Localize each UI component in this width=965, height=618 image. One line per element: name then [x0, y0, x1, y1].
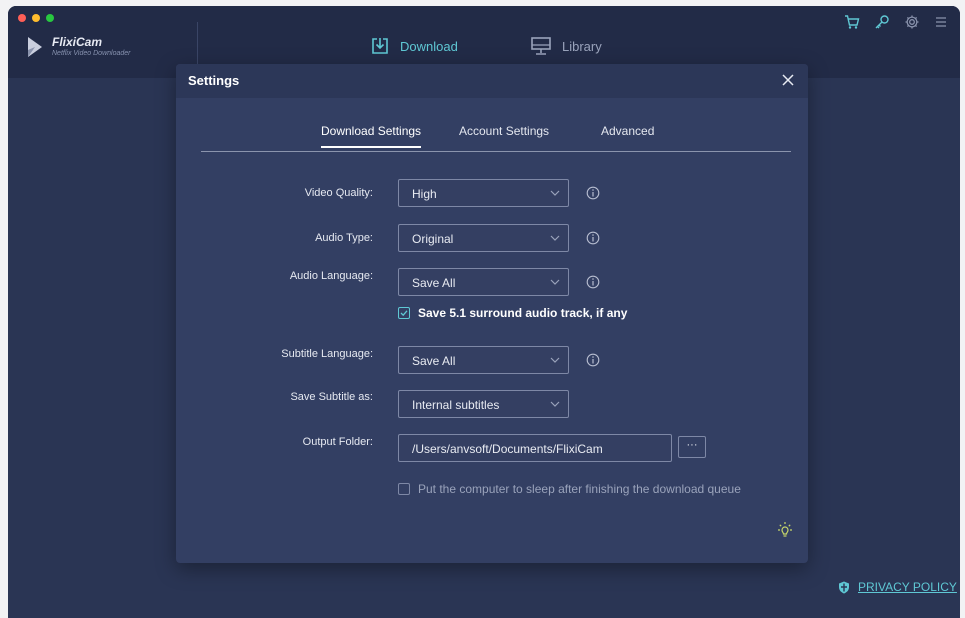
app-name: FlixiCam [52, 35, 103, 49]
save-subtitle-as-label: Save Subtitle as: [290, 391, 373, 403]
close-window-button[interactable] [18, 14, 26, 22]
tab-download-settings[interactable]: Download Settings [321, 124, 422, 148]
chevron-down-icon [550, 357, 560, 363]
audio-type-label: Audio Type: [315, 232, 373, 244]
window-controls [18, 14, 54, 22]
app-subtitle: Netflix Video Downloader [52, 50, 131, 57]
audio-type-value: Original [412, 232, 454, 246]
flixicam-logo-icon [28, 37, 42, 57]
app-logo: FlixiCam Netflix Video Downloader [26, 36, 130, 58]
audio-language-value: Save All [412, 276, 456, 290]
chevron-down-icon [550, 279, 560, 285]
check-icon [400, 310, 408, 317]
audio-language-label: Audio Language: [289, 270, 373, 282]
output-folder-label: Output Folder: [302, 436, 373, 448]
info-icon[interactable] [586, 231, 600, 245]
nav-library[interactable]: Library [530, 36, 602, 56]
chevron-down-icon [550, 235, 560, 241]
chevron-down-icon [550, 190, 560, 196]
subtitle-language-label: Subtitle Language: [281, 348, 373, 360]
nav-download-label: Download [400, 38, 458, 54]
close-icon[interactable] [780, 72, 796, 88]
settings-dialog: Settings Download Settings Account Setti… [176, 64, 808, 563]
output-folder-field[interactable]: /Users/anvsoft/Documents/FlixiCam [398, 434, 672, 462]
subtitle-language-select[interactable]: Save All [398, 346, 569, 374]
video-quality-value: High [412, 187, 437, 201]
save-subtitle-as-value: Internal subtitles [412, 398, 500, 412]
surround-audio-option[interactable]: Save 5.1 surround audio track, if any [398, 306, 627, 320]
info-icon[interactable] [586, 353, 600, 367]
info-icon[interactable] [586, 275, 600, 289]
sleep-after-download-checkbox[interactable] [398, 483, 410, 495]
video-quality-select[interactable]: High [398, 179, 569, 207]
privacy-policy-label: PRIVACY POLICY [858, 580, 957, 594]
lightbulb-icon[interactable] [776, 521, 794, 539]
video-quality-label: Video Quality: [304, 187, 373, 199]
settings-tabs: Download Settings Account Settings Advan… [201, 124, 791, 152]
info-icon[interactable] [586, 186, 600, 200]
library-icon [531, 37, 551, 55]
sleep-after-download-option[interactable]: Put the computer to sleep after finishin… [398, 482, 741, 496]
nav-download[interactable]: Download [370, 36, 458, 56]
dialog-title: Settings [188, 73, 240, 88]
save-subtitle-as-select[interactable]: Internal subtitles [398, 390, 569, 418]
audio-type-select[interactable]: Original [398, 224, 569, 252]
topbar-divider [197, 22, 198, 66]
shield-icon [839, 581, 849, 593]
maximize-window-button[interactable] [46, 14, 54, 22]
download-icon [372, 38, 388, 54]
key-icon[interactable] [874, 14, 890, 30]
tab-advanced[interactable]: Advanced [601, 124, 654, 146]
top-icons [844, 14, 948, 30]
gear-icon[interactable] [904, 14, 920, 30]
surround-audio-checkbox[interactable] [398, 307, 410, 319]
sleep-after-download-label: Put the computer to sleep after finishin… [418, 482, 741, 496]
chevron-down-icon [550, 401, 560, 407]
nav-library-label: Library [562, 38, 602, 54]
tab-account-settings[interactable]: Account Settings [459, 124, 549, 146]
audio-language-select[interactable]: Save All [398, 268, 569, 296]
browse-folder-button[interactable]: ··· [678, 436, 706, 458]
privacy-policy-link[interactable]: PRIVACY POLICY [838, 580, 957, 594]
cart-icon[interactable] [844, 14, 860, 30]
surround-audio-label: Save 5.1 surround audio track, if any [418, 306, 628, 320]
subtitle-language-value: Save All [412, 354, 456, 368]
dialog-header: Settings [176, 64, 808, 98]
minimize-window-button[interactable] [32, 14, 40, 22]
menu-icon[interactable] [934, 15, 948, 29]
